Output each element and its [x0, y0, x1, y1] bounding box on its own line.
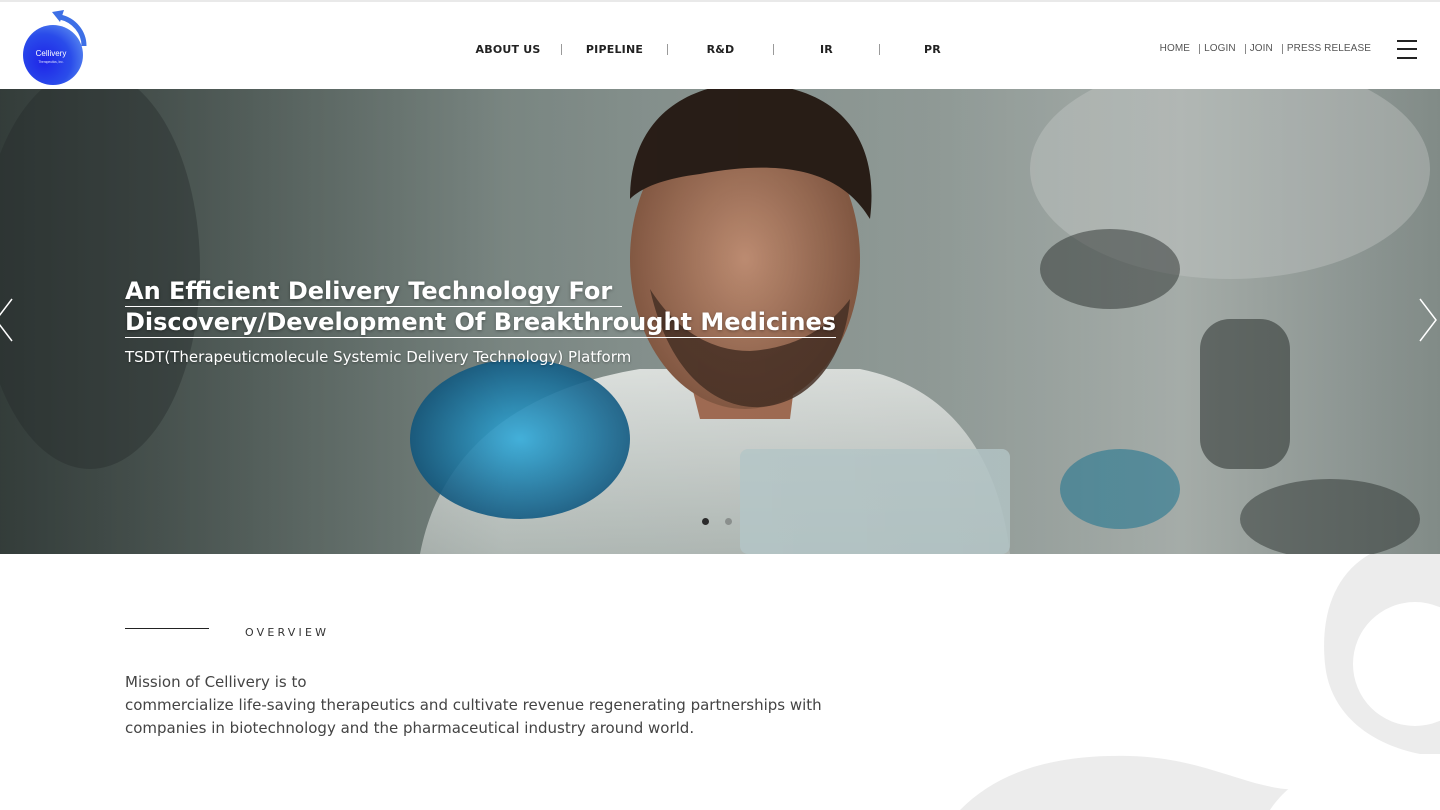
nav-pr[interactable]: PR: [880, 43, 985, 56]
hamburger-icon[interactable]: [1395, 38, 1419, 60]
hero-subtitle: TSDT(Therapeuticmolecule Systemic Delive…: [125, 348, 632, 366]
util-divider: [1199, 43, 1201, 54]
utility-navigation: HOME LOGIN JOIN PRESS RELEASE: [1160, 43, 1371, 54]
hero-slider: An Efficient Delivery Technology For Dis…: [0, 89, 1440, 554]
logo-subtext: Therapeutics, Inc.: [38, 60, 63, 64]
overview-text-line-2: commercialize life-saving therapeutics a…: [125, 696, 822, 714]
hero-title: An Efficient Delivery Technology For Dis…: [125, 276, 845, 338]
nav-ir[interactable]: IR: [774, 43, 879, 56]
util-divider: [1281, 43, 1283, 54]
nav-about-us[interactable]: ABOUT US: [455, 43, 561, 56]
util-home-link[interactable]: HOME: [1160, 43, 1190, 54]
overview-text-line-1: Mission of Cellivery is to: [125, 673, 307, 691]
slider-pagination: [702, 518, 732, 525]
main-navigation: ABOUT US PIPELINE R&D IR PR: [455, 40, 985, 58]
nav-pipeline[interactable]: PIPELINE: [562, 43, 667, 56]
logo-mark: Cellivery Therapeutics, Inc.: [23, 10, 87, 85]
util-press-release-link[interactable]: PRESS RELEASE: [1287, 43, 1371, 54]
overview-label: OVERVIEW: [245, 626, 330, 639]
overview-text: Mission of Cellivery is to commercialize…: [125, 671, 885, 740]
cellivery-logo[interactable]: Cellivery Therapeutics, Inc.: [22, 10, 88, 86]
chevron-right-icon: [1419, 298, 1437, 342]
hero-title-line-1: An Efficient Delivery Technology For: [125, 276, 623, 307]
overview-divider: [125, 628, 209, 629]
nav-r-and-d[interactable]: R&D: [668, 43, 773, 56]
util-divider: [1244, 43, 1246, 54]
chevron-left-icon: [0, 298, 13, 342]
util-login-link[interactable]: LOGIN: [1204, 43, 1236, 54]
site-header: Cellivery Therapeutics, Inc. ABOUT US PI…: [0, 0, 1440, 89]
util-join-link[interactable]: JOIN: [1250, 43, 1273, 54]
logo-text: Cellivery: [36, 49, 67, 58]
slider-dot[interactable]: [702, 518, 709, 525]
slider-prev-button[interactable]: [0, 297, 16, 343]
overview-text-line-3: companies in biotechnology and the pharm…: [125, 719, 695, 737]
slider-dot[interactable]: [725, 518, 732, 525]
slider-next-button[interactable]: [1416, 297, 1440, 343]
hero-title-line-2: Discovery/Development Of Breakthrought M…: [125, 308, 837, 338]
decorative-background-shape: [960, 554, 1440, 810]
